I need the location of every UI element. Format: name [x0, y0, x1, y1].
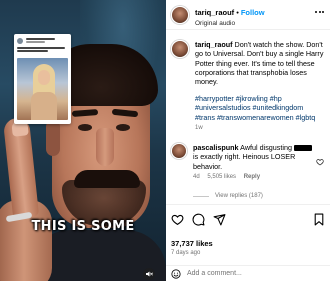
left-eye	[78, 124, 92, 131]
audio-subtitle[interactable]: Original audio	[195, 20, 265, 28]
comment-username[interactable]: pascalispunk	[193, 143, 239, 152]
post-caption: tariq_raouf Don't watch the show. Don't …	[171, 40, 326, 133]
separator-dot: •	[236, 8, 239, 17]
mute-button[interactable]	[143, 268, 155, 280]
reply-button[interactable]: Reply	[244, 174, 260, 180]
likes-count[interactable]: 37,737 likes	[171, 239, 213, 248]
comment-time: 4d	[193, 174, 200, 181]
video-player[interactable]: THIS IS SOME	[0, 0, 166, 281]
speaker-muted-icon	[146, 271, 153, 277]
tweet-header	[14, 34, 71, 44]
nose	[96, 128, 114, 166]
tweet-photo	[17, 58, 68, 120]
ear	[46, 120, 60, 156]
caption-time: 1w	[195, 124, 203, 131]
tweet-avatar	[17, 37, 23, 44]
comment-bubble-icon[interactable]	[192, 213, 205, 226]
comment-text-start: Awful disgusting	[240, 143, 292, 152]
comment-avatar[interactable]	[171, 143, 187, 159]
post-header: tariq_raouf • Follow Original audio	[166, 0, 330, 30]
right-eye	[116, 124, 130, 131]
header-text: tariq_raouf • Follow Original audio	[195, 1, 265, 28]
replies-divider	[193, 195, 209, 197]
header-username[interactable]: tariq_raouf	[195, 8, 234, 17]
tweet-author-lines	[26, 37, 68, 44]
post-date[interactable]: 7 days ago	[171, 250, 200, 256]
post-panel: tariq_raouf • Follow Original audio tariq_…	[166, 0, 330, 281]
embedded-tweet-screenshot	[14, 34, 71, 124]
comment-item: pascalispunk Awful disgusting is exactly…	[171, 143, 326, 182]
video-caption-overlay: THIS IS SOME	[31, 219, 135, 234]
bookmark-icon[interactable]	[313, 213, 325, 226]
caption-username[interactable]: tariq_raouf	[195, 40, 233, 49]
caption-hashtags[interactable]: #harrypotter #jkrowling #hp #universalst…	[195, 94, 325, 122]
comment-text-end: is exactly right. Heinous LOSER behavior…	[193, 152, 296, 171]
avatar[interactable]	[171, 5, 189, 24]
censored-word	[293, 145, 312, 151]
tweet-text-lines	[14, 44, 71, 55]
moustache	[74, 170, 140, 188]
add-comment-bar[interactable]: Add a comment...	[166, 265, 330, 281]
more-options-icon[interactable]	[315, 11, 324, 13]
emoji-icon[interactable]	[171, 268, 181, 279]
comment-like-icon[interactable]	[316, 153, 324, 171]
comment-body: pascalispunk Awful disgusting is exactly…	[193, 143, 313, 182]
comment-meta: 4d 5,505 likes Reply	[193, 174, 313, 182]
like-heart-icon[interactable]	[171, 213, 184, 226]
share-send-icon[interactable]	[213, 213, 226, 226]
caption-avatar[interactable]	[171, 40, 189, 58]
add-comment-input[interactable]: Add a comment...	[187, 270, 242, 277]
view-replies-link[interactable]: View replies (187)	[193, 193, 263, 199]
view-replies-label: View replies (187)	[215, 193, 263, 199]
comment-likes[interactable]: 5,505 likes	[207, 174, 236, 180]
follow-button[interactable]: Follow	[241, 8, 265, 17]
caption-body: tariq_raouf Don't watch the show. Don't …	[195, 40, 325, 133]
action-bar	[166, 204, 330, 234]
